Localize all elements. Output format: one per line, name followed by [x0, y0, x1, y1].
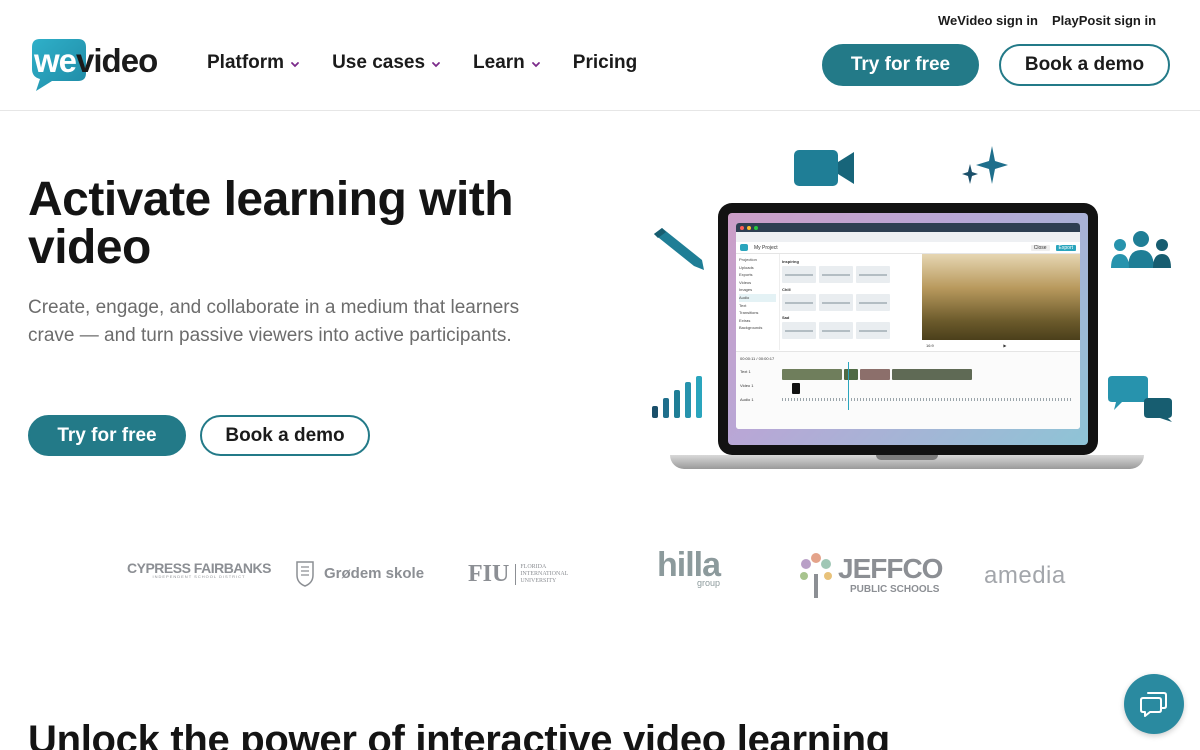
video-camera-icon — [794, 150, 854, 186]
people-icon — [1111, 231, 1171, 268]
partner-logo-grodem-skole: Grødem skole — [296, 548, 424, 600]
partner-logo-jeffco: JEFFCO PUBLIC SCHOOLS — [796, 548, 943, 600]
chevron-down-icon — [531, 61, 540, 67]
logo-wordmark: wevideo — [34, 42, 158, 79]
chat-widget-button[interactable] — [1124, 674, 1184, 734]
wevideo-logo[interactable]: wevideo — [30, 37, 180, 93]
browser-bar — [736, 223, 1080, 232]
editor-timeline: 00:00:11 / 00:00:17 Text 1 Video 1 Audio… — [736, 351, 1080, 429]
partner-logo-hilla: hilla group — [657, 546, 721, 588]
nav-pricing[interactable]: Pricing — [573, 52, 637, 74]
laptop-notch — [876, 455, 938, 460]
video-preview: 16:9 ▶ — [922, 254, 1080, 350]
header-try-free-button[interactable]: Try for free — [822, 44, 979, 86]
chevron-down-icon — [291, 61, 299, 67]
hero-book-demo-button[interactable]: Book a demo — [200, 415, 370, 456]
editor-export-button: Export — [1055, 244, 1076, 251]
hero-subtitle: Create, engage, and collaborate in a med… — [28, 297, 520, 346]
main-nav: Platform Use cases Learn Pricing — [207, 52, 667, 74]
audio-library: Inspiring Chill Sad — [782, 259, 922, 351]
nav-use-cases[interactable]: Use cases — [332, 52, 443, 74]
editor-close-button: Close — [1030, 244, 1050, 251]
nav-learn[interactable]: Learn — [473, 52, 543, 74]
chat-bubbles-icon — [1108, 376, 1172, 422]
chat-icon — [1140, 692, 1167, 717]
pencil-icon — [654, 228, 704, 270]
playposit-sign-in-link[interactable]: PlayPosit sign in — [1052, 13, 1156, 28]
hero-title: Activate learning with video — [28, 173, 514, 274]
shield-crest-icon — [296, 561, 314, 587]
chevron-down-icon — [432, 61, 440, 67]
url-bar — [736, 232, 1080, 242]
hero-try-free-button[interactable]: Try for free — [28, 415, 186, 456]
wevideo-sign-in-link[interactable]: WeVideo sign in — [938, 13, 1038, 28]
site-header: WeVideo sign in PlayPosit sign in wevide… — [0, 0, 1200, 111]
partner-logo-amedia: amedia — [984, 562, 1066, 589]
sparkle-icon — [962, 146, 1008, 184]
project-name: My Project — [754, 244, 778, 251]
video-editor-mock: My Project Close Export Projection Uploa… — [736, 223, 1080, 429]
tree-icon — [800, 553, 832, 598]
editor-sidebar: Projection Uploads Exports Videos Images… — [736, 254, 780, 350]
partner-logo-cypress-fairbanks: CYPRESS FAIRBANKS INDEPENDENT SCHOOL DIS… — [127, 560, 271, 579]
editor-header: My Project Close Export — [736, 242, 1080, 254]
header-book-demo-button[interactable]: Book a demo — [999, 44, 1170, 86]
timecode: 00:00:11 / 00:00:17 — [740, 356, 775, 361]
laptop-screen: My Project Close Export Projection Uploa… — [728, 213, 1088, 445]
section-title: Unlock the power of interactive video le… — [28, 718, 890, 750]
partner-logo-fiu: FIU FLORIDA INTERNATIONAL UNIVERSITY — [468, 548, 577, 600]
hero-illustration: My Project Close Export Projection Uploa… — [640, 140, 1180, 480]
bar-chart-icon — [652, 376, 702, 418]
nav-platform[interactable]: Platform — [207, 52, 302, 74]
